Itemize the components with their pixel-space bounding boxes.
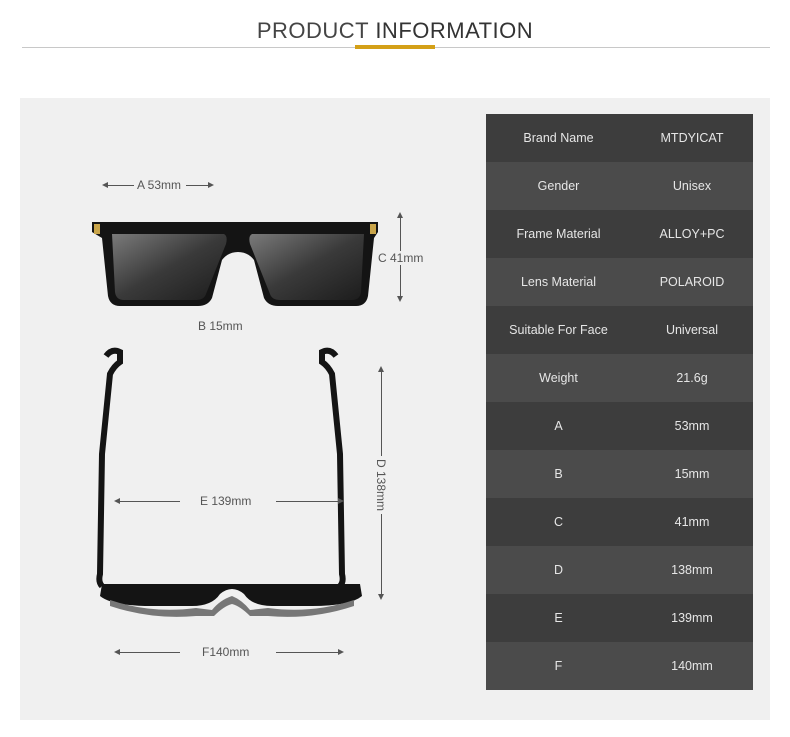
title-accent-bar <box>355 45 435 49</box>
sunglasses-top-image <box>96 347 362 617</box>
dim-e-line-left <box>120 501 180 502</box>
spec-label: F <box>554 659 563 673</box>
dim-e-line-right <box>276 501 338 502</box>
spec-value: 139mm <box>671 611 713 625</box>
dim-c-arrow-up <box>397 212 403 218</box>
title-part2: INFORMATION <box>375 18 534 43</box>
spec-row-suitable-for-face: Suitable For Face Universal <box>486 306 753 354</box>
spec-row-gender: Gender Unisex <box>486 162 753 210</box>
spec-value: 140mm <box>671 659 713 673</box>
spec-row-brand-name: Brand Name MTDYICAT <box>486 114 753 162</box>
spec-label: D <box>553 563 564 577</box>
spec-label: B <box>554 467 563 481</box>
dim-a-line-right <box>186 185 208 186</box>
dim-f-arrow-right <box>338 649 344 655</box>
spec-value: Unisex <box>672 179 712 193</box>
spec-value: ALLOY+PC <box>659 227 725 241</box>
page-title: PRODUCT INFORMATION <box>0 18 790 44</box>
spec-value: 41mm <box>674 515 710 529</box>
dim-a-arrow-right <box>208 182 214 188</box>
spec-value: 53mm <box>674 419 710 433</box>
spec-row-lens-material: Lens Material POLAROID <box>486 258 753 306</box>
title-part1: PRODUCT <box>256 18 376 43</box>
spec-label: A <box>554 419 563 433</box>
dim-a-line-left <box>108 185 134 186</box>
spec-label: Brand Name <box>523 131 594 145</box>
spec-value: 21.6g <box>676 371 708 385</box>
spec-row-c: C 41mm <box>486 498 753 546</box>
dim-d-arrow-down <box>378 594 384 600</box>
spec-row-e: E 139mm <box>486 594 753 642</box>
dim-f-label: F140mm <box>202 645 250 659</box>
spec-label: E <box>554 611 563 625</box>
dim-e-arrow-right <box>338 498 344 504</box>
spec-label: Suitable For Face <box>509 323 608 337</box>
spec-label: C <box>553 515 564 529</box>
spec-row-frame-material: Frame Material ALLOY+PC <box>486 210 753 258</box>
spec-row-f: F 140mm <box>486 642 753 690</box>
dim-f-line-right <box>276 652 338 653</box>
spec-label: Lens Material <box>520 275 597 289</box>
spec-table: Brand Name MTDYICAT Gender Unisex Frame … <box>486 114 753 690</box>
spec-row-d: D 138mm <box>486 546 753 594</box>
dim-d-label: D 138mm <box>374 456 388 515</box>
spec-row-a: A 53mm <box>486 402 753 450</box>
spec-value: 138mm <box>671 563 713 577</box>
sunglasses-front-image <box>92 222 378 306</box>
spec-row-b: B 15mm <box>486 450 753 498</box>
dim-c-arrow-down <box>397 296 403 302</box>
dim-f-line-left <box>120 652 180 653</box>
dim-e-label: E 139mm <box>200 494 252 508</box>
dim-b-label: B 15mm <box>198 319 243 333</box>
spec-row-weight: Weight 21.6g <box>486 354 753 402</box>
dim-c-label: C 41mm <box>376 251 426 265</box>
dim-d-arrow-up <box>378 366 384 372</box>
spec-label: Frame Material <box>516 227 601 241</box>
spec-value: POLAROID <box>659 275 725 289</box>
spec-label: Gender <box>537 179 580 193</box>
dim-a-arrow-left <box>102 182 108 188</box>
spec-value: Universal <box>665 323 719 337</box>
spec-value: MTDYICAT <box>660 131 724 145</box>
spec-label: Weight <box>539 371 578 385</box>
spec-value: 15mm <box>674 467 710 481</box>
dim-a-label: A 53mm <box>137 178 182 192</box>
